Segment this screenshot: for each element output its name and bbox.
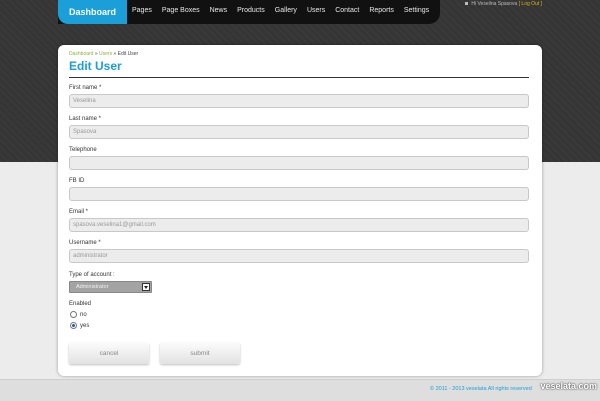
last-name-field[interactable]: Spasova [69,125,529,139]
enabled-yes-label: yes [80,322,90,329]
breadcrumb-current: Edit User [117,51,139,57]
fb-id-field[interactable] [69,187,529,201]
account-type-value: Administrator [76,284,109,290]
nav-items: Pages Page Boxes News Products Gallery U… [127,0,434,20]
footer-copyright: © 2011 - 2013 veselata All rights reserv… [430,386,532,392]
account-type-select[interactable]: Administrator [69,281,152,293]
user-bar: Hi Veselina Spasova [ Log Out ] [465,1,542,7]
user-greeting: Hi [471,1,477,7]
first-name-label: First name * [69,85,102,91]
enabled-no-option[interactable]: no [70,311,87,318]
nav-item-settings[interactable]: Settings [399,7,434,14]
nav-item-reports[interactable]: Reports [364,7,399,14]
footer: © 2011 - 2013 veselata All rights reserv… [0,379,600,401]
account-type-label: Type of account : [69,272,115,278]
telephone-label: Telephone [69,147,97,153]
enabled-yes-radio[interactable] [70,322,77,329]
breadcrumb: Dashboard » Users » Edit User [69,51,138,57]
cancel-button[interactable]: cancel [69,343,149,364]
main-nav: Dashboard Pages Page Boxes News Products… [58,0,440,24]
enabled-label: Enabled [69,301,92,307]
breadcrumb-dashboard[interactable]: Dashboard [69,51,93,57]
user-square-icon [465,2,469,6]
watermark: veselata.com [540,381,597,391]
telephone-field[interactable] [69,156,529,170]
logout-link[interactable]: [ Log Out ] [519,1,542,7]
page-title: Edit User [69,59,122,73]
nav-item-users[interactable]: Users [302,7,330,14]
enabled-yes-option[interactable]: yes [70,322,89,329]
email-label: Email * [69,209,89,215]
submit-button[interactable]: submit [160,343,240,364]
nav-item-gallery[interactable]: Gallery [270,7,302,14]
email-field[interactable]: spasova.veselina1@gmail.com [69,218,529,232]
nav-dashboard[interactable]: Dashboard [58,0,127,24]
nav-item-page-boxes[interactable]: Page Boxes [157,7,205,14]
nav-item-products[interactable]: Products [232,7,270,14]
last-name-label: Last name * [69,116,102,122]
user-name: Veselina Spasova [477,1,518,7]
username-field[interactable]: administrator [69,249,529,263]
username-label: Username * [69,240,101,246]
edit-user-panel: Dashboard » Users » Edit User Edit User … [58,45,542,376]
chevron-down-icon[interactable] [142,283,150,291]
breadcrumb-users[interactable]: Users [99,51,112,57]
nav-item-news[interactable]: News [205,7,233,14]
title-divider [69,77,529,78]
first-name-field[interactable]: Veselina [69,94,529,108]
nav-item-contact[interactable]: Contact [330,7,364,14]
fb-id-label: FB ID [69,178,85,184]
enabled-no-label: no [80,311,87,318]
enabled-no-radio[interactable] [70,311,77,318]
nav-item-pages[interactable]: Pages [127,7,157,14]
